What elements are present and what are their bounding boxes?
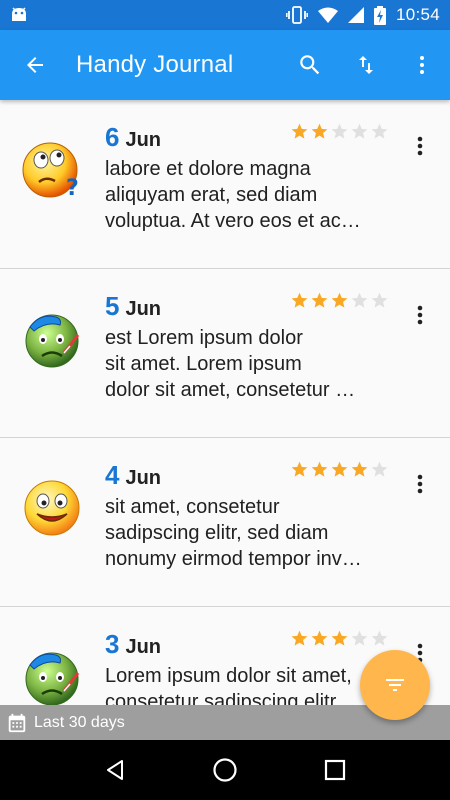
entry-date: 3 Jun: [105, 629, 161, 660]
app-bar: Handy Journal: [0, 30, 450, 100]
star-empty-icon: [371, 292, 388, 308]
sort-icon: [359, 56, 373, 74]
search-button[interactable]: [282, 30, 338, 100]
star-filled-icon: [311, 123, 328, 139]
star-filled-icon: [311, 630, 328, 646]
entry-line: voluptua. At vero eos et ac…: [105, 210, 361, 232]
entry-line: consetetur sadipscing elitr,: [105, 691, 341, 705]
journal-list[interactable]: ? 6 Jun labore et dolore magna aliquyam …: [0, 100, 450, 705]
confused-face-icon: ?: [22, 142, 79, 200]
entry-preview: Lorem ipsum dolor sit amet, consetetur s…: [105, 663, 390, 705]
entry-month: Jun: [125, 467, 162, 489]
entry-rating: [290, 291, 389, 310]
star-empty-icon: [371, 461, 388, 477]
star-filled-icon: [331, 461, 348, 477]
star-filled-icon: [311, 461, 328, 477]
star-filled-icon: [291, 461, 308, 477]
entry-line: aliquyam erat, sed diam: [105, 184, 318, 206]
entry-more-button[interactable]: [404, 132, 436, 160]
vibrate-icon: [286, 6, 308, 24]
svg-text:?: ?: [66, 176, 79, 200]
back-button[interactable]: [0, 30, 70, 100]
more-vert-icon: [417, 305, 423, 325]
battery-charging-icon: [373, 5, 386, 25]
entry-line: sadipscing elitr, sed diam: [105, 522, 329, 544]
entry-day: 3: [105, 629, 120, 659]
entry-line: Lorem ipsum dolor sit amet,: [105, 665, 352, 687]
star-filled-icon: [291, 292, 308, 308]
entry-day: 6: [105, 122, 120, 152]
star-filled-icon: [311, 292, 328, 308]
nav-back-button[interactable]: [90, 745, 140, 795]
entry-date: 5 Jun: [105, 291, 161, 322]
calendar-icon: [8, 713, 26, 732]
entry-line: labore et dolore magna: [105, 158, 311, 180]
entry-day: 5: [105, 291, 120, 321]
entry-more-button[interactable]: [404, 470, 436, 498]
status-time: 10:54: [395, 5, 440, 24]
entry-rating: [290, 629, 389, 648]
entry-line: dolor sit amet, consetetur …: [105, 379, 356, 401]
more-vert-icon: [420, 56, 424, 74]
entry-preview: labore et dolore magna aliquyam erat, se…: [105, 156, 390, 234]
journal-entry[interactable]: 5 Jun est Lorem ipsum dolor sit amet. Lo…: [0, 269, 450, 438]
sick-face-icon: [25, 652, 80, 705]
entry-month: Jun: [125, 636, 162, 658]
entry-line: nonumy eirmod tempor inv…: [105, 548, 362, 570]
star-filled-icon: [291, 630, 308, 646]
entry-rating: [290, 460, 389, 479]
star-empty-icon: [351, 123, 368, 139]
date-range-label: Last 30 days: [34, 713, 125, 731]
nav-home-button[interactable]: [200, 745, 250, 795]
arrow-back-icon: [27, 57, 43, 73]
filter-list-icon: [386, 679, 404, 691]
system-nav-bar: [0, 740, 450, 800]
home-circle-icon: [213, 758, 237, 782]
star-filled-icon: [331, 630, 348, 646]
more-vert-icon: [417, 474, 423, 494]
recents-square-icon: [324, 759, 346, 781]
star-empty-icon: [351, 630, 368, 646]
entry-line: sit amet, consetetur: [105, 496, 280, 518]
entry-month: Jun: [125, 129, 162, 151]
entry-month: Jun: [125, 298, 162, 320]
journal-entry[interactable]: ? 6 Jun labore et dolore magna aliquyam …: [0, 100, 450, 269]
entry-date: 6 Jun: [105, 122, 161, 153]
star-empty-icon: [331, 123, 348, 139]
entry-preview: sit amet, consetetur sadipscing elitr, s…: [105, 494, 390, 572]
signal-icon: [347, 7, 364, 23]
entry-rating: [290, 122, 389, 141]
filter-fab-button[interactable]: [360, 650, 430, 720]
entry-line: sit amet. Lorem ipsum: [105, 353, 302, 375]
happy-face-icon: [24, 480, 80, 536]
star-filled-icon: [351, 461, 368, 477]
entry-line: est Lorem ipsum dolor: [105, 327, 303, 349]
overflow-menu-button[interactable]: [394, 30, 450, 100]
entry-day: 4: [105, 460, 120, 490]
sort-button[interactable]: [338, 30, 394, 100]
back-triangle-icon: [107, 760, 123, 780]
entry-more-button[interactable]: [404, 301, 436, 329]
search-icon: [300, 55, 320, 75]
star-empty-icon: [371, 123, 388, 139]
star-filled-icon: [291, 123, 308, 139]
journal-entry[interactable]: 4 Jun sit amet, consetetur sadipscing el…: [0, 438, 450, 607]
status-bar: 10:54: [0, 0, 450, 30]
sick-face-icon: [25, 314, 80, 368]
entry-date: 4 Jun: [105, 460, 161, 491]
app-title: Handy Journal: [76, 51, 234, 78]
entry-preview: est Lorem ipsum dolor sit amet. Lorem ip…: [105, 325, 390, 403]
nav-recents-button[interactable]: [310, 745, 360, 795]
star-empty-icon: [351, 292, 368, 308]
more-vert-icon: [417, 136, 423, 156]
star-filled-icon: [331, 292, 348, 308]
star-empty-icon: [371, 630, 388, 646]
android-icon: [10, 7, 28, 23]
wifi-icon: [317, 7, 338, 23]
